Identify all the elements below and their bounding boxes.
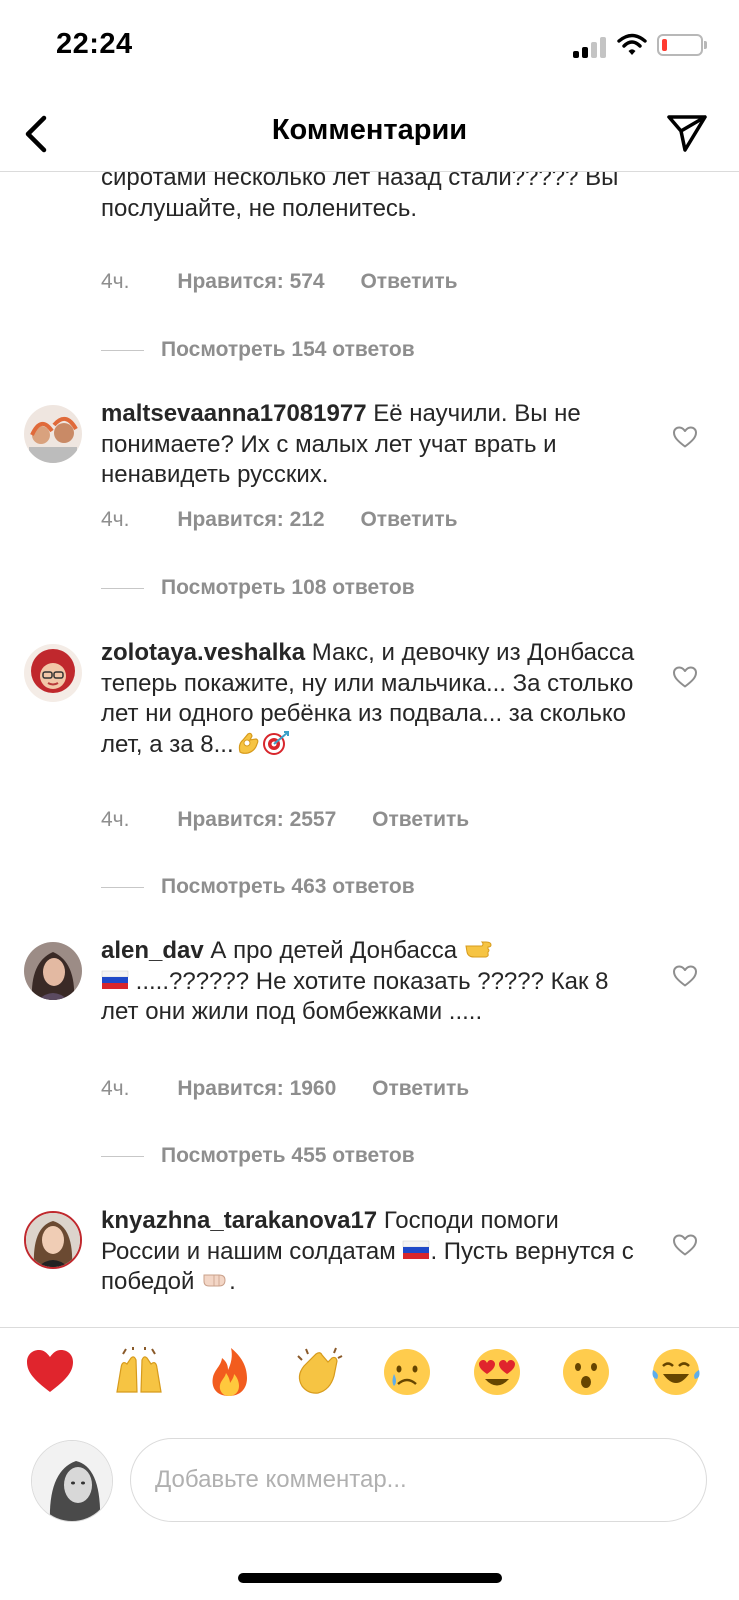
heart-eyes-emoji[interactable] [471,1346,523,1398]
comment-meta: 4ч. Нравится: 212 Ответить [101,508,458,532]
avatar[interactable] [24,1211,82,1269]
status-bar: 22:24 [0,0,739,96]
fist-emoji [203,1274,226,1287]
comment-likes[interactable]: Нравится: 2557 [177,808,336,831]
view-replies-button[interactable]: Посмотреть 154 ответов [101,338,415,362]
comment-username[interactable]: zolotaya.veshalka [101,639,305,666]
comment-text: alen_dav А про детей Донбасса .....?????… [101,937,609,1025]
replies-divider [101,349,144,351]
comment-time: 4ч. [101,508,130,531]
avatar[interactable] [24,644,82,702]
replies-divider [101,1155,144,1157]
home-indicator[interactable] [238,1573,502,1583]
reply-button[interactable]: Ответить [360,508,457,531]
comment-likes[interactable]: Нравится: 212 [177,508,324,531]
comment-time: 4ч. [101,270,130,293]
comment-username[interactable]: knyazhna_tarakanova17 [101,1207,377,1234]
pointing-right-emoji [465,941,492,958]
battery-cap [704,41,707,49]
header: Комментарии [0,96,739,172]
surprised-face-emoji[interactable] [560,1346,612,1398]
page-title: Комментарии [271,114,468,146]
direct-send-icon[interactable] [665,111,709,155]
view-replies-button[interactable]: Посмотреть 455 ответов [101,1144,415,1168]
quick-reactions-bar [0,1327,739,1419]
avatar[interactable] [24,405,82,463]
reply-button[interactable]: Ответить [372,808,469,831]
comments-list[interactable]: сиротами несколько лет назад стали????? … [0,172,739,1327]
replies-divider [101,587,144,589]
target-emoji [262,730,289,755]
comment-input[interactable] [130,1438,707,1522]
raising-hands-emoji[interactable] [113,1346,165,1398]
comment-username[interactable]: maltsevaanna17081977 [101,400,367,427]
tears-of-joy-emoji[interactable] [650,1346,702,1398]
russia-flag-emoji [101,970,129,989]
battery-icon [657,34,703,56]
avatar[interactable] [24,942,82,1000]
like-heart-icon[interactable] [672,964,698,988]
wifi-icon [617,33,647,55]
comment-meta: 4ч. Нравится: 2557 Ответить [101,808,469,832]
like-heart-icon[interactable] [672,665,698,689]
comment-meta: 4ч. Нравится: 574 Ответить [101,270,458,294]
comment-username[interactable]: alen_dav [101,937,204,964]
view-replies-button[interactable]: Посмотреть 463 ответов [101,875,415,899]
comment-time: 4ч. [101,1077,130,1100]
like-heart-icon[interactable] [672,425,698,449]
comment-text: maltsevaanna17081977 Её научили. Вы не п… [101,400,581,488]
red-heart-emoji[interactable] [24,1346,76,1398]
comment-text: сиротами несколько лет назад стали????? … [101,172,619,222]
crying-face-emoji[interactable] [381,1346,433,1398]
view-replies-button[interactable]: Посмотреть 108 ответов [101,576,415,600]
fire-emoji[interactable] [203,1346,255,1398]
user-avatar [31,1440,113,1522]
comment-text: knyazhna_tarakanova17 Господи помоги Рос… [101,1207,634,1295]
comment-likes[interactable]: Нравится: 1960 [177,1077,336,1100]
comment-time: 4ч. [101,808,130,831]
clapping-hands-emoji[interactable] [292,1346,344,1398]
cellular-signal-icon [573,36,606,58]
replies-divider [101,886,144,888]
russia-flag-emoji [403,1240,430,1259]
ok-hand-emoji [238,732,259,754]
comment-meta: 4ч. Нравится: 1960 Ответить [101,1077,469,1101]
status-time: 22:24 [56,28,133,60]
comment-text: zolotaya.veshalka Макс, и девочку из Дон… [101,639,635,758]
reply-button[interactable]: Ответить [372,1077,469,1100]
comment-likes[interactable]: Нравится: 574 [177,270,324,293]
reply-button[interactable]: Ответить [360,270,457,293]
like-heart-icon[interactable] [672,1233,698,1257]
